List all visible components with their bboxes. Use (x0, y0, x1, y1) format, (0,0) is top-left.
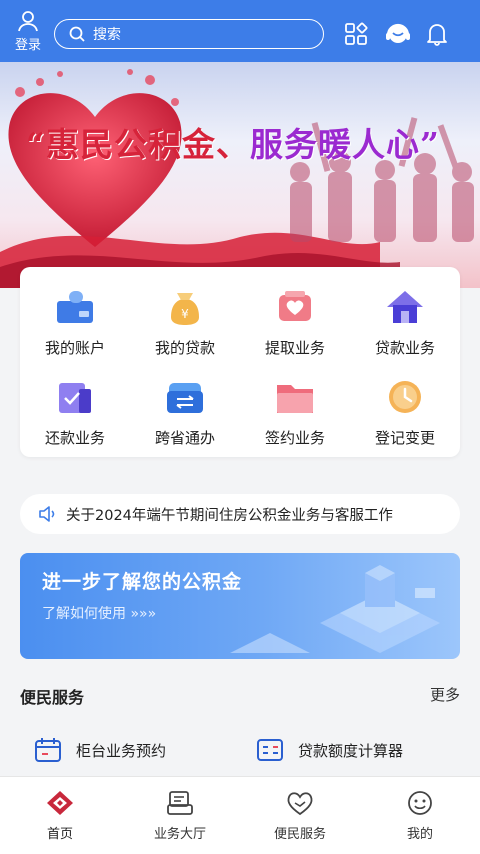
service-loan-calculator[interactable]: 贷款额度计算器 (256, 736, 403, 764)
svg-text:¥: ¥ (181, 307, 189, 321)
banner-slogan-part1: “惠民公积金、 (26, 125, 250, 164)
learn-more-card[interactable]: 进一步了解您的公积金 了解如何使用 »»» (20, 553, 460, 659)
clock-icon (389, 381, 421, 413)
quick-action-label: 我的贷款 (154, 339, 215, 357)
tab-home[interactable]: 首页 (10, 789, 110, 842)
withdraw-heart-icon (279, 291, 311, 321)
learn-more-title: 进一步了解您的公积金 (42, 571, 243, 593)
profile-face-icon (408, 791, 432, 815)
quick-action-label: 提取业务 (264, 339, 325, 357)
quick-action-my-loan[interactable]: ¥ 我的贷款 (130, 267, 240, 357)
calendar-icon (35, 738, 61, 762)
quick-action-registration-change[interactable]: 登记变更 (350, 357, 460, 447)
house-icon (387, 291, 423, 323)
apps-grid-icon[interactable] (344, 22, 368, 46)
promo-banner[interactable]: “惠民公积金、服务暖人心” (0, 62, 480, 288)
tab-business-hall[interactable]: 业务大厅 (130, 789, 230, 842)
speaker-icon (39, 506, 55, 522)
tab-mine[interactable]: 我的 (370, 789, 470, 842)
quick-action-my-account[interactable]: 我的账户 (20, 267, 130, 357)
transfer-arrows-icon (167, 383, 203, 413)
services-section-title: 便民服务 (20, 688, 85, 707)
login-button[interactable]: 登录 (8, 10, 48, 53)
quick-action-withdraw[interactable]: 提取业务 (240, 267, 350, 357)
search-placeholder: 搜索 (93, 27, 121, 43)
quick-action-label: 我的账户 (44, 339, 105, 357)
login-label: 登录 (14, 38, 41, 53)
quick-actions-card: 我的账户 ¥ 我的贷款 提取业务 贷款业务 还款业务 跨省通办 签约业务 登记变… (20, 267, 460, 457)
home-logo-icon (47, 791, 73, 815)
quick-action-contract[interactable]: 签约业务 (240, 357, 350, 447)
tab-label: 便民服务 (273, 827, 326, 842)
repay-check-icon (59, 383, 91, 413)
banner-slogan-part2: 服务暖人心” (249, 125, 440, 164)
money-bag-icon: ¥ (171, 293, 199, 325)
calculator-icon (257, 739, 283, 761)
quick-action-label: 还款业务 (44, 429, 105, 447)
search-icon (69, 26, 85, 42)
quick-action-cross-province[interactable]: 跨省通办 (130, 357, 240, 447)
learn-more-link[interactable]: 了解如何使用 »»» (42, 603, 156, 623)
tab-label: 我的 (406, 827, 433, 842)
quick-action-label: 贷款业务 (374, 339, 435, 357)
quick-action-label: 跨省通办 (154, 429, 215, 447)
bell-icon[interactable] (426, 22, 448, 46)
heart-hand-icon (287, 792, 313, 816)
service-label: 贷款额度计算器 (298, 741, 404, 760)
service-label: 柜台业务预约 (76, 741, 167, 760)
customer-service-icon[interactable] (385, 22, 411, 46)
banner-slogan: “惠民公积金、服务暖人心” (26, 118, 440, 166)
tab-label: 业务大厅 (153, 827, 206, 842)
notice-text: 关于2024年端午节期间住房公积金业务与客服工作 (66, 507, 393, 524)
search-input[interactable]: 搜索 (54, 19, 324, 49)
business-hall-icon (167, 791, 193, 815)
account-card-icon (57, 291, 93, 323)
services-more-link[interactable]: 更多 (430, 684, 460, 705)
bottom-tab-bar: 首页 业务大厅 便民服务 我的 (0, 776, 480, 854)
tab-convenience-services[interactable]: 便民服务 (250, 789, 350, 842)
service-counter-appointment[interactable]: 柜台业务预约 (34, 736, 166, 764)
quick-action-repayment[interactable]: 还款业务 (20, 357, 130, 447)
quick-action-label: 登记变更 (374, 429, 435, 447)
folder-icon (277, 385, 313, 413)
quick-action-loan-business[interactable]: 贷款业务 (350, 267, 460, 357)
tab-label: 首页 (46, 827, 73, 842)
quick-action-label: 签约业务 (264, 429, 325, 447)
user-icon (18, 11, 38, 32)
banner-illustration (0, 69, 474, 288)
notice-bar[interactable]: 关于2024年端午节期间住房公积金业务与客服工作 (20, 494, 460, 534)
top-bar: 登录 搜索 (0, 0, 480, 62)
